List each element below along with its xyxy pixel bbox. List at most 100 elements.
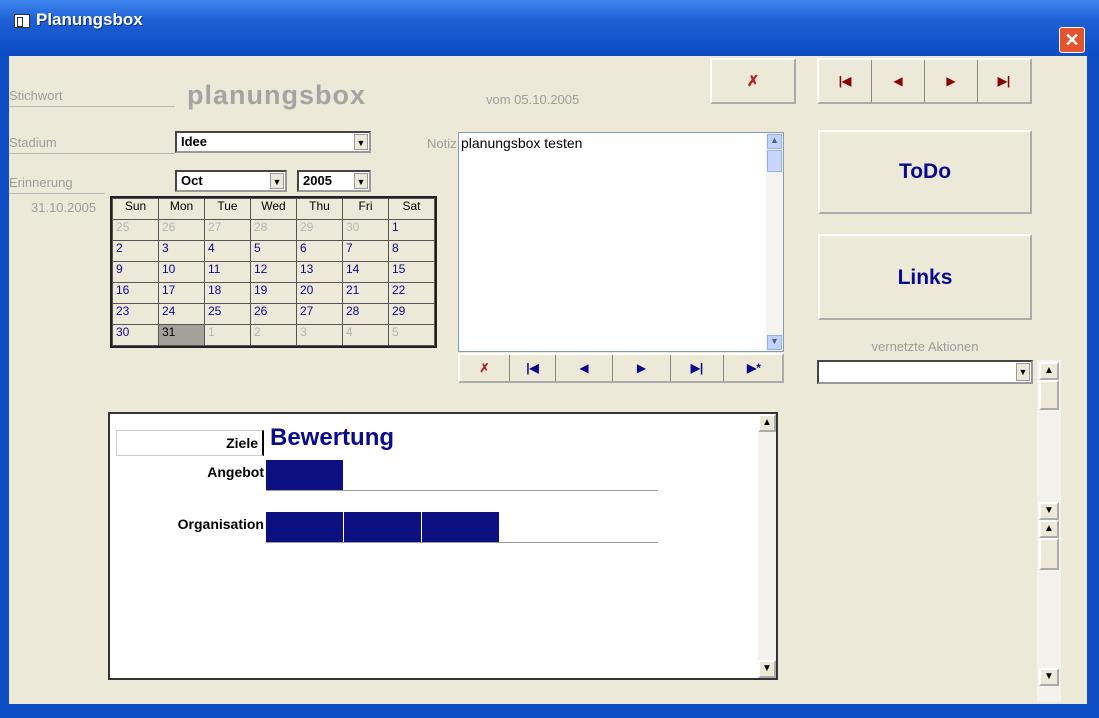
scroll-down-icon-2[interactable]: ▼ — [1039, 668, 1059, 686]
scroll-up-icon[interactable]: ▲ — [767, 134, 782, 149]
erinnerung-label: Erinnerung — [9, 175, 105, 194]
calendar-day[interactable]: 27 — [204, 219, 251, 241]
month-select[interactable]: Oct ▼ — [175, 170, 287, 192]
calendar-day[interactable]: 28 — [342, 303, 389, 325]
calendar-day[interactable]: 29 — [296, 219, 343, 241]
rating-bar-segment[interactable] — [266, 512, 343, 542]
scroll-thumb[interactable] — [1039, 380, 1059, 410]
calendar-day[interactable]: 20 — [296, 282, 343, 304]
rating-bar-segment[interactable] — [344, 512, 421, 542]
calendar-day[interactable]: 5 — [388, 324, 435, 346]
scroll-down-icon[interactable]: ▼ — [1039, 502, 1059, 520]
calendar-day[interactable]: 23 — [112, 303, 159, 325]
title-bar: Planungsbox ✕ — [0, 0, 1099, 53]
first-record-button-2[interactable]: |◀ — [510, 355, 556, 381]
calendar-day[interactable]: 6 — [296, 240, 343, 262]
calendar-day[interactable]: 9 — [112, 261, 159, 283]
calendar-day[interactable]: 22 — [388, 282, 435, 304]
calendar-day[interactable]: 1 — [388, 219, 435, 241]
calendar-day[interactable]: 11 — [204, 261, 251, 283]
links-button[interactable]: Links — [818, 234, 1032, 320]
weekday-header: Thu — [296, 198, 343, 220]
form-scrollbar[interactable]: ▲ ▼ ▲ ▼ — [1037, 360, 1061, 702]
calendar-day[interactable]: 21 — [342, 282, 389, 304]
calendar-day[interactable]: 1 — [204, 324, 251, 346]
calendar-day[interactable]: 14 — [342, 261, 389, 283]
rating-title: Bewertung — [270, 424, 395, 451]
stichwort-label: Stichwort — [9, 88, 175, 107]
scroll-thumb[interactable] — [767, 150, 782, 172]
year-select[interactable]: 2005 ▼ — [297, 170, 371, 192]
calendar-day[interactable]: 18 — [204, 282, 251, 304]
delete-record-button[interactable]: ✗ — [710, 58, 796, 104]
calendar-day[interactable]: 16 — [112, 282, 159, 304]
scroll-thumb-2[interactable] — [1039, 538, 1059, 570]
last-record-button-2[interactable]: ▶| — [671, 355, 724, 381]
stichwort-value[interactable]: planungsbox — [187, 80, 366, 111]
calendar-day[interactable]: 3 — [296, 324, 343, 346]
rating-bar-track — [266, 512, 658, 543]
erinnerung-date: 31.10.2005 — [31, 200, 97, 215]
new-record-button[interactable]: ▶* — [724, 355, 784, 381]
calendar-day[interactable]: 5 — [250, 240, 297, 262]
calendar-day[interactable]: 2 — [250, 324, 297, 346]
notiz-textarea[interactable]: planungsbox testen ▲ ▼ — [458, 132, 784, 352]
calendar-day[interactable]: 4 — [204, 240, 251, 262]
calendar-day[interactable]: 30 — [112, 324, 159, 346]
prev-record-button[interactable]: ◀ — [872, 60, 925, 102]
rating-scrollbar[interactable]: ▲ ▼ — [758, 414, 776, 678]
delete-record-button-2[interactable]: ✗ — [460, 355, 510, 381]
calendar-day[interactable]: 26 — [158, 219, 205, 241]
todo-button[interactable]: ToDo — [818, 130, 1032, 214]
first-record-button[interactable]: |◀ — [819, 60, 872, 102]
calendar-day[interactable]: 28 — [250, 219, 297, 241]
calendar-day[interactable]: 13 — [296, 261, 343, 283]
scroll-up-icon[interactable]: ▲ — [758, 414, 776, 432]
calendar-day[interactable]: 24 — [158, 303, 205, 325]
calendar-day[interactable]: 27 — [296, 303, 343, 325]
calendar-day[interactable]: 8 — [388, 240, 435, 262]
calendar-day[interactable]: 25 — [204, 303, 251, 325]
year-value: 2005 — [303, 173, 332, 188]
weekday-header: Sat — [388, 198, 435, 220]
scroll-down-icon[interactable]: ▼ — [758, 660, 776, 678]
calendar-day[interactable]: 2 — [112, 240, 159, 262]
scroll-up-icon-2[interactable]: ▲ — [1039, 520, 1059, 538]
next-record-button[interactable]: ▶ — [925, 60, 978, 102]
calendar-day[interactable]: 29 — [388, 303, 435, 325]
calendar-day[interactable]: 19 — [250, 282, 297, 304]
scroll-up-icon[interactable]: ▲ — [1039, 362, 1059, 380]
rating-bar-segment[interactable] — [422, 512, 499, 542]
next-record-button-2[interactable]: ▶ — [613, 355, 671, 381]
calendar-day[interactable]: 12 — [250, 261, 297, 283]
stadium-select[interactable]: Idee ▼ — [175, 131, 371, 153]
notiz-scrollbar[interactable]: ▲ ▼ — [766, 133, 783, 351]
close-button[interactable]: ✕ — [1059, 27, 1085, 53]
calendar-day[interactable]: 10 — [158, 261, 205, 283]
last-record-button[interactable]: ▶| — [978, 60, 1030, 102]
vernetzte-label: vernetzte Aktionen — [871, 339, 979, 354]
calendar-day[interactable]: 3 — [158, 240, 205, 262]
calendar-day[interactable]: 31 — [158, 324, 205, 346]
calendar-day[interactable]: 30 — [342, 219, 389, 241]
calendar-day[interactable]: 25 — [112, 219, 159, 241]
window-title: Planungsbox — [36, 10, 143, 29]
vom-date: vom 05.10.2005 — [486, 92, 580, 107]
calendar-day[interactable]: 26 — [250, 303, 297, 325]
vernetzte-select[interactable]: ▼ — [817, 360, 1033, 384]
rating-subform: Ziele Bewertung Angebot Organisation ▲ ▼ — [108, 412, 778, 680]
calendar-day[interactable]: 17 — [158, 282, 205, 304]
last-record-icon: ▶| — [997, 74, 1011, 88]
calendar-day[interactable]: 7 — [342, 240, 389, 262]
calendar-day[interactable]: 4 — [342, 324, 389, 346]
delete-record-icon: ✗ — [479, 361, 490, 375]
calendar-day[interactable]: 15 — [388, 261, 435, 283]
calendar-grid: Sun Mon Tue Wed Thu Fri Sat 25 26 27 28 29 30 1 2 3 4 5 6… — [112, 198, 435, 346]
chevron-down-icon: ▼ — [1016, 363, 1030, 381]
rating-bar-segment[interactable] — [266, 460, 343, 490]
prev-record-button-2[interactable]: ◀ — [556, 355, 613, 381]
notiz-label: Notiz — [427, 136, 457, 151]
weekday-header: Tue — [204, 198, 251, 220]
scroll-down-icon[interactable]: ▼ — [767, 335, 782, 350]
delete-record-icon: ✗ — [746, 73, 760, 90]
